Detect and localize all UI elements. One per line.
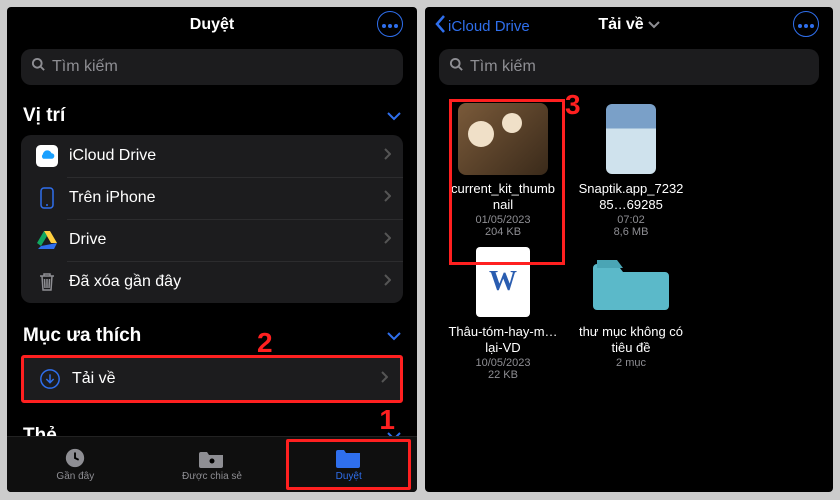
location-label: Đã xóa gần đây	[69, 273, 181, 291]
folder-thumbnail	[586, 246, 676, 318]
folder-title-dropdown[interactable]: Tải về	[598, 16, 659, 34]
chevron-down-icon	[387, 105, 401, 127]
trash-icon	[33, 272, 61, 292]
tab-label: Gần đây	[56, 471, 94, 482]
search-placeholder: Tìm kiếm	[470, 58, 536, 76]
search-icon	[449, 57, 470, 77]
file-name: Thâu-tóm-hay-m…lại-VD	[448, 324, 558, 355]
chevron-down-icon	[387, 325, 401, 347]
icloud-icon	[33, 145, 61, 167]
file-date: 07:02	[617, 214, 645, 226]
download-icon	[36, 368, 64, 390]
file-thumbnail	[586, 103, 676, 175]
back-button[interactable]: iCloud Drive	[435, 15, 530, 37]
more-options-button[interactable]	[793, 11, 819, 37]
file-size: 8,6 MB	[614, 226, 649, 238]
search-icon	[31, 57, 52, 77]
tab-shared[interactable]: Được chia sẻ	[144, 437, 281, 492]
iphone-icon	[33, 187, 61, 209]
location-row-on-iphone[interactable]: Trên iPhone	[21, 177, 403, 219]
folder-name: thư mục không có tiêu đề	[576, 324, 686, 355]
folder-item-count: 2 mục	[616, 357, 646, 369]
favorites-row-downloads[interactable]: Tải về	[24, 358, 400, 400]
titlebar: Duyệt	[7, 7, 417, 43]
file-item[interactable]: Snaptik.app_723285…69285 07:02 8,6 MB	[571, 103, 691, 238]
tab-recents[interactable]: Gần đây	[7, 437, 144, 492]
folder-title-text: Tải về	[598, 16, 643, 34]
downloads-screen: iCloud Drive Tải về Tìm kiếm current_kit…	[425, 7, 833, 492]
titlebar: iCloud Drive Tải về	[425, 7, 833, 43]
tab-browse[interactable]: Duyệt	[280, 437, 417, 492]
tab-label: Được chia sẻ	[182, 471, 242, 482]
tab-label: Duyệt	[336, 471, 362, 482]
locations-label: Vị trí	[23, 105, 65, 127]
chevron-left-icon	[435, 15, 448, 37]
chevron-right-icon	[380, 370, 388, 388]
ellipsis-icon	[798, 15, 814, 33]
chevron-right-icon	[383, 273, 391, 291]
search-input[interactable]: Tìm kiếm	[439, 49, 819, 85]
clock-icon	[64, 447, 86, 469]
folder-icon	[336, 447, 362, 469]
favorites-section-header[interactable]: Mục ưa thích	[21, 315, 403, 355]
file-name: current_kit_thumbnail	[448, 181, 558, 212]
tab-bar: Gần đây Được chia sẻ Duyệt	[7, 436, 417, 492]
page-title: Duyệt	[190, 16, 234, 34]
search-placeholder: Tìm kiếm	[52, 58, 118, 76]
file-thumbnail	[458, 103, 548, 175]
chevron-down-icon	[648, 16, 660, 34]
location-label: Trên iPhone	[69, 189, 156, 207]
location-row-icloud-drive[interactable]: iCloud Drive	[21, 135, 403, 177]
file-item[interactable]: W Thâu-tóm-hay-m…lại-VD 10/05/2023 22 KB	[443, 246, 563, 381]
back-label: iCloud Drive	[448, 18, 530, 35]
favorites-label: Mục ưa thích	[23, 325, 141, 347]
folder-item[interactable]: thư mục không có tiêu đề 2 mục	[571, 246, 691, 381]
location-label: iCloud Drive	[69, 147, 156, 165]
file-grid: current_kit_thumbnail 01/05/2023 204 KB …	[425, 95, 833, 389]
favorites-label-text: Tải về	[72, 370, 116, 388]
favorites-list: Tải về	[21, 355, 403, 403]
browse-screen: Duyệt Tìm kiếm Vị trí iCloud Drive Trê	[7, 7, 417, 492]
file-date: 01/05/2023	[475, 214, 530, 226]
location-row-google-drive[interactable]: Drive	[21, 219, 403, 261]
more-options-button[interactable]	[377, 11, 403, 37]
file-item[interactable]: current_kit_thumbnail 01/05/2023 204 KB	[443, 103, 563, 238]
chevron-right-icon	[383, 147, 391, 165]
locations-section-header[interactable]: Vị trí	[21, 95, 403, 135]
folder-icon	[591, 252, 671, 312]
chevron-right-icon	[383, 189, 391, 207]
file-size: 204 KB	[485, 226, 521, 238]
file-size: 22 KB	[488, 369, 518, 381]
search-input[interactable]: Tìm kiếm	[21, 49, 403, 85]
file-name: Snaptik.app_723285…69285	[576, 181, 686, 212]
location-label: Drive	[69, 231, 106, 249]
chevron-right-icon	[383, 231, 391, 249]
ellipsis-icon	[382, 15, 398, 33]
content-scroll: Vị trí iCloud Drive Trên iPhone Drive	[7, 95, 417, 455]
location-row-recently-deleted[interactable]: Đã xóa gần đây	[21, 261, 403, 303]
google-drive-icon	[33, 231, 61, 249]
locations-list: iCloud Drive Trên iPhone Drive Đã xóa gầ…	[21, 135, 403, 303]
file-thumbnail: W	[458, 246, 548, 318]
shared-folder-icon	[199, 447, 225, 469]
file-date: 10/05/2023	[475, 357, 530, 369]
